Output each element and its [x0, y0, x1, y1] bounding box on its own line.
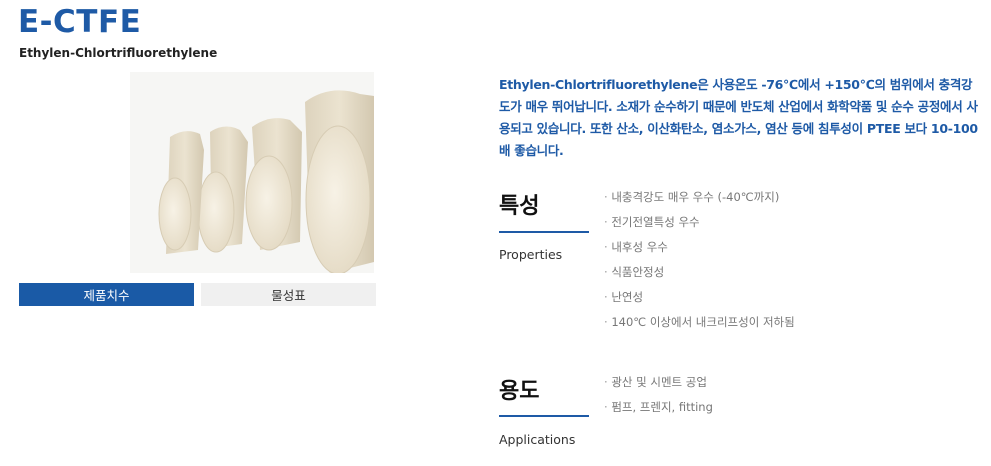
list-item: 내후성 우수	[604, 239, 795, 264]
list-item: 전기전열특성 우수	[604, 214, 795, 239]
applications-list: 광산 및 시멘트 공업 펌프, 프렌지, fitting	[604, 374, 713, 424]
properties-title: 특성	[499, 194, 540, 219]
product-subtitle: Ethylen-Chlortrifluorethylene	[19, 46, 218, 60]
properties-subtitle: Properties	[499, 247, 563, 262]
list-item: 난연성	[604, 289, 795, 314]
tab-property-table[interactable]: 물성표	[201, 283, 376, 306]
applications-subtitle: Applications	[499, 432, 576, 447]
properties-divider	[499, 231, 589, 233]
list-item: 펌프, 프렌지, fitting	[604, 399, 713, 424]
product-title: E-CTFE	[18, 4, 142, 40]
tab-product-dimensions[interactable]: 제품치수	[19, 283, 194, 306]
rods-image	[130, 72, 374, 273]
list-item: 광산 및 시멘트 공업	[604, 374, 713, 399]
product-description: Ethylen-Chlortrifluorethylene은 사용온도 -76℃…	[499, 77, 978, 158]
list-item: 내충격강도 매우 우수 (-40℃까지)	[604, 189, 795, 214]
list-item: 식품안정성	[604, 264, 795, 289]
list-item: 140℃ 이상에서 내크리프성이 저하됨	[604, 314, 794, 339]
applications-title: 용도	[499, 379, 540, 404]
properties-list: 내충격강도 매우 우수 (-40℃까지) 전기전열특성 우수 내후성 우수 식품…	[604, 189, 795, 339]
product-photo	[130, 72, 374, 273]
applications-divider	[499, 415, 589, 417]
